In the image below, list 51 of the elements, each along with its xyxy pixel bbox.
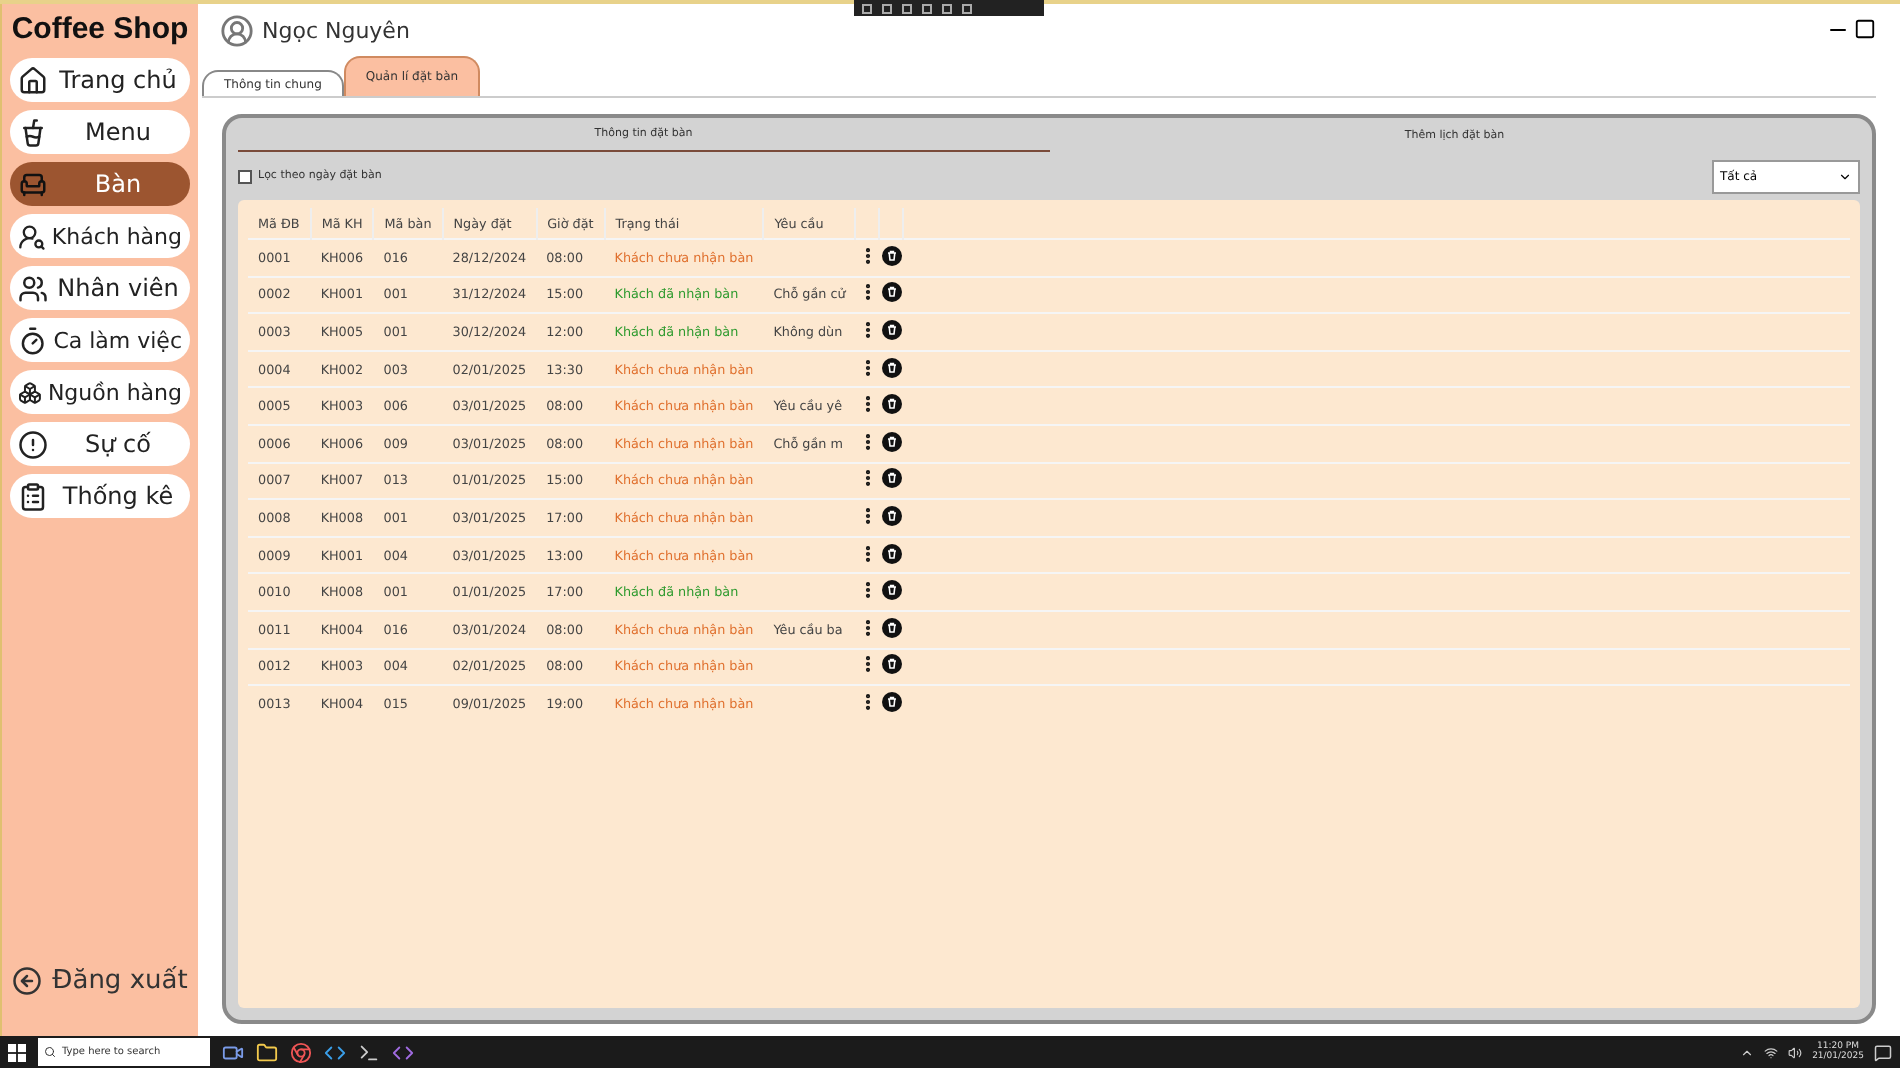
avatar-icon	[220, 13, 254, 47]
camera-icon[interactable]	[222, 1041, 244, 1063]
trash-icon[interactable]	[881, 394, 902, 415]
sidebar-item[interactable]: Trang chủ	[10, 58, 190, 102]
stopwatch-icon	[18, 325, 48, 355]
folder-icon[interactable]	[256, 1041, 278, 1063]
browser-icon[interactable]	[290, 1041, 312, 1063]
cup-icon	[18, 117, 48, 147]
trash-icon[interactable]	[881, 319, 902, 340]
sidebar-item[interactable]: Ca làm việc	[10, 318, 190, 362]
logout-icon	[12, 966, 43, 996]
sidebar-item[interactable]: Nguồn hàng	[10, 370, 190, 414]
clipboard-icon	[18, 481, 48, 511]
people-icon	[18, 273, 48, 303]
trash-icon[interactable]	[881, 357, 902, 378]
user-name: Ngọc Nguyên	[262, 17, 410, 43]
trash-icon[interactable]	[881, 505, 902, 526]
sidebar-item[interactable]: Khách hàng	[10, 214, 190, 258]
caret-icon	[1838, 169, 1852, 183]
chevron-icon	[1740, 1045, 1755, 1059]
sidebar-item[interactable]: Thống kê	[10, 474, 190, 518]
terminal-icon[interactable]	[358, 1041, 380, 1063]
house-icon	[18, 65, 48, 95]
checkbox[interactable]	[238, 169, 252, 183]
trash-icon[interactable]	[881, 282, 902, 303]
trash-icon[interactable]	[881, 580, 902, 601]
trash-icon[interactable]	[881, 245, 902, 266]
app-title: Coffee Shop	[11, 12, 189, 46]
trash-icon[interactable]	[881, 468, 902, 489]
trash-icon[interactable]	[881, 691, 902, 712]
customer-icon	[18, 221, 46, 251]
trash-icon[interactable]	[881, 617, 902, 638]
windows-icon[interactable]	[8, 1043, 26, 1061]
network-icon	[1764, 1045, 1779, 1059]
recorder-toolbar[interactable]	[854, 0, 1044, 16]
search-icon	[44, 1046, 56, 1058]
maximize-icon[interactable]	[1854, 18, 1876, 40]
trash-icon[interactable]	[881, 543, 902, 564]
sidebar-item[interactable]: Menu	[10, 110, 190, 154]
sidebar-item[interactable]: Bàn	[10, 162, 190, 206]
notification-icon	[1874, 1043, 1892, 1061]
code-icon[interactable]	[392, 1041, 414, 1063]
boxes-icon	[18, 377, 42, 407]
logout-button[interactable]: Đăng xuất	[12, 966, 188, 996]
trash-icon[interactable]	[881, 431, 902, 452]
code-icon[interactable]	[324, 1041, 346, 1063]
sidebar-item[interactable]: Nhân viên	[10, 266, 190, 310]
trash-icon[interactable]	[881, 654, 902, 675]
volume-icon	[1788, 1045, 1803, 1059]
exclamation-icon	[18, 429, 48, 459]
sidebar-item[interactable]: Sự cố	[10, 422, 190, 466]
